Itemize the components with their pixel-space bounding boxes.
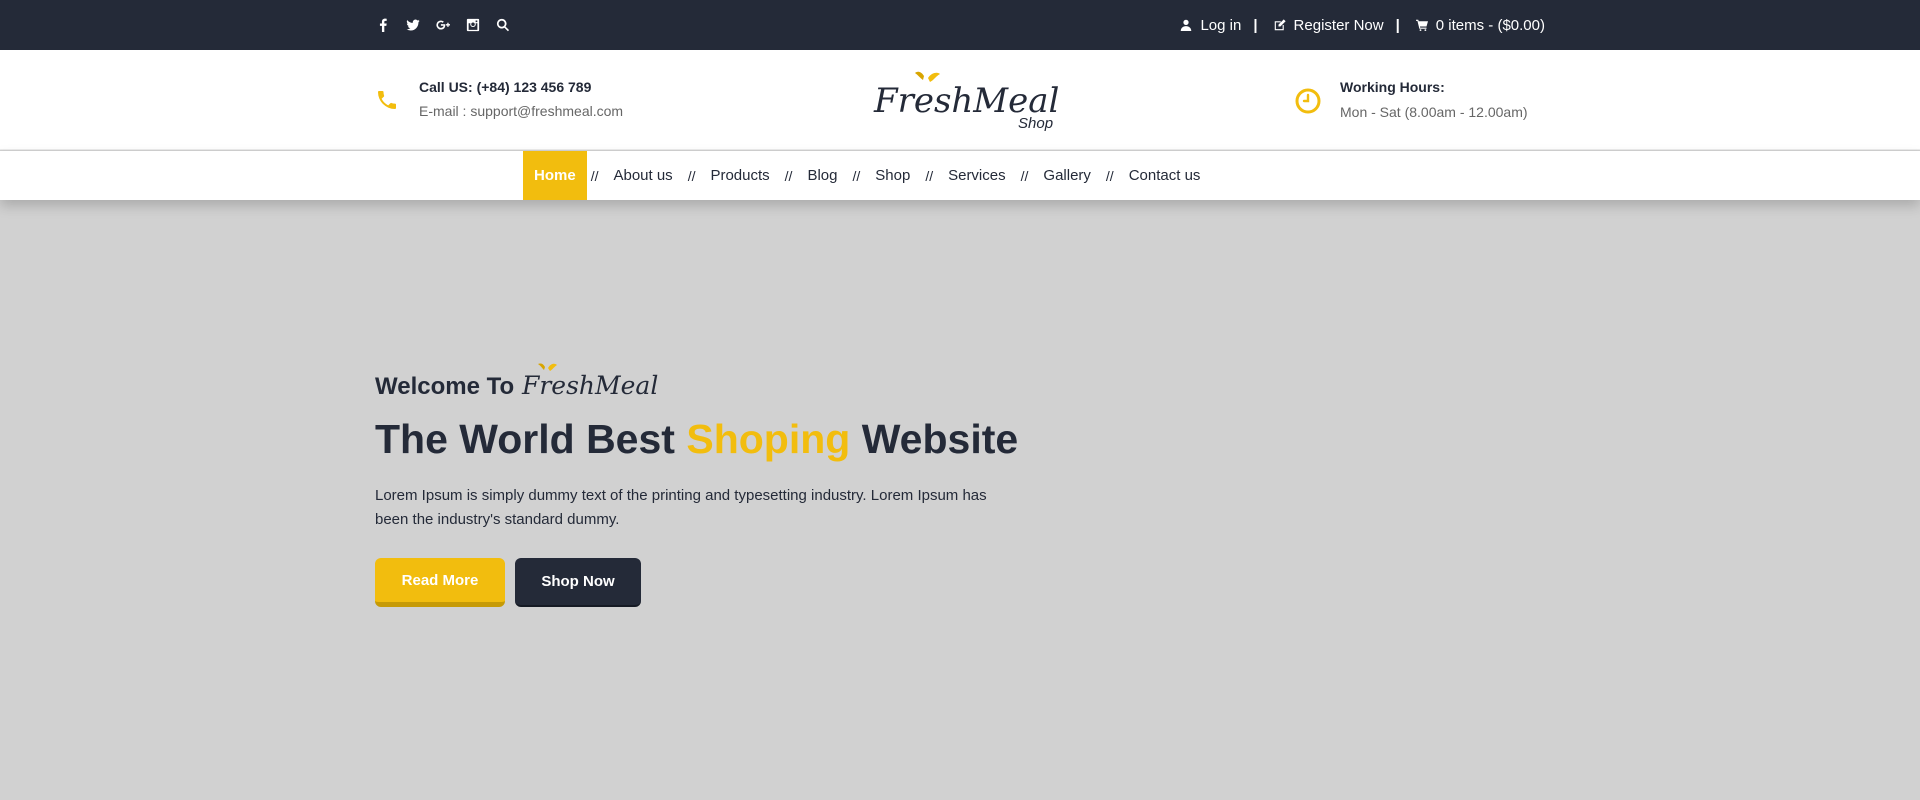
hours-title: Working Hours: (1340, 79, 1445, 95)
nav-divider: // (1020, 167, 1029, 184)
nav-item-shop[interactable]: Shop (864, 151, 921, 200)
nav-divider: // (1105, 167, 1114, 184)
login-link[interactable]: Log in (1180, 17, 1241, 34)
site-logo[interactable]: FreshMeal Shop (872, 70, 1059, 132)
nav-item-blog[interactable]: Blog (796, 151, 848, 200)
nav-divider: // (590, 167, 599, 184)
hero-description: Lorem Ipsum is simply dummy text of the … (375, 487, 987, 528)
search-icon[interactable] (495, 18, 510, 33)
facebook-icon[interactable] (375, 18, 390, 33)
hero-headline: The World Best Shoping Website (375, 414, 1095, 464)
twitter-icon[interactable] (405, 18, 420, 33)
nav-item-services[interactable]: Services (937, 151, 1017, 200)
cart-icon (1415, 19, 1428, 31)
google-plus-icon[interactable] (435, 18, 450, 33)
shop-now-button[interactable]: Shop Now (515, 558, 641, 607)
working-hours: Working Hours: Mon - Sat (8.00am - 12.00… (1295, 78, 1528, 121)
nav-item-contact-us[interactable]: Contact us (1118, 151, 1212, 200)
headline-highlight: Shoping (686, 416, 851, 462)
register-label: Register Now (1293, 16, 1384, 34)
instagram-icon[interactable] (465, 18, 480, 33)
register-link[interactable]: Register Now (1274, 17, 1384, 34)
phone-icon (375, 88, 400, 113)
hero-buttons: Read More Shop Now (375, 558, 1095, 607)
welcome-text: Welcome To (375, 373, 515, 400)
nav-item-gallery[interactable]: Gallery (1032, 151, 1102, 200)
nav-divider: // (784, 167, 793, 184)
header: Call US: (+84) 123 456 789 E-mail : supp… (0, 50, 1920, 150)
nav-divider: // (852, 167, 861, 184)
nav-divider: // (687, 167, 696, 184)
edit-icon (1274, 19, 1286, 31)
login-label: Log in (1200, 16, 1242, 34)
hours-value: Mon - Sat (8.00am - 12.00am) (1340, 104, 1528, 120)
logo-subtext: Shop (1018, 115, 1053, 132)
social-links (375, 0, 510, 50)
welcome-logo-text: FreshMeal (521, 371, 658, 400)
hero-section: Welcome To FreshMeal The World Best Shop… (375, 360, 1095, 607)
nav-item-home[interactable]: Home (523, 151, 587, 200)
headline-pre: The World Best (375, 416, 675, 462)
nav-item-products[interactable]: Products (699, 151, 780, 200)
cart-link[interactable]: 0 items - ($0.00) (1415, 16, 1545, 34)
separator: | (1253, 16, 1258, 34)
nav-divider: // (925, 167, 934, 184)
leaf-icon (538, 363, 558, 371)
user-icon (1181, 19, 1192, 31)
clock-icon (1295, 88, 1321, 114)
email-address: E-mail : support@freshmeal.com (419, 103, 624, 119)
headline-post: Website (861, 416, 1019, 462)
welcome-logo: FreshMeal (521, 363, 658, 400)
top-bar: Log in | Register Now | 0 items - ($0.00… (0, 0, 1920, 50)
phone-number: Call US: (+84) 123 456 789 (419, 79, 592, 95)
contact-info: Call US: (+84) 123 456 789 E-mail : supp… (375, 78, 623, 120)
cart-label: 0 items - ($0.00) (1435, 16, 1545, 34)
nav-item-about-us[interactable]: About us (602, 151, 683, 200)
read-more-button[interactable]: Read More (375, 558, 505, 607)
account-links: Log in | Register Now | 0 items - ($0.00… (1180, 0, 1545, 50)
welcome-line: Welcome To FreshMeal (375, 360, 1095, 402)
main-nav: Home // About us // Products // Blog // … (0, 151, 1920, 200)
separator: | (1395, 16, 1400, 34)
